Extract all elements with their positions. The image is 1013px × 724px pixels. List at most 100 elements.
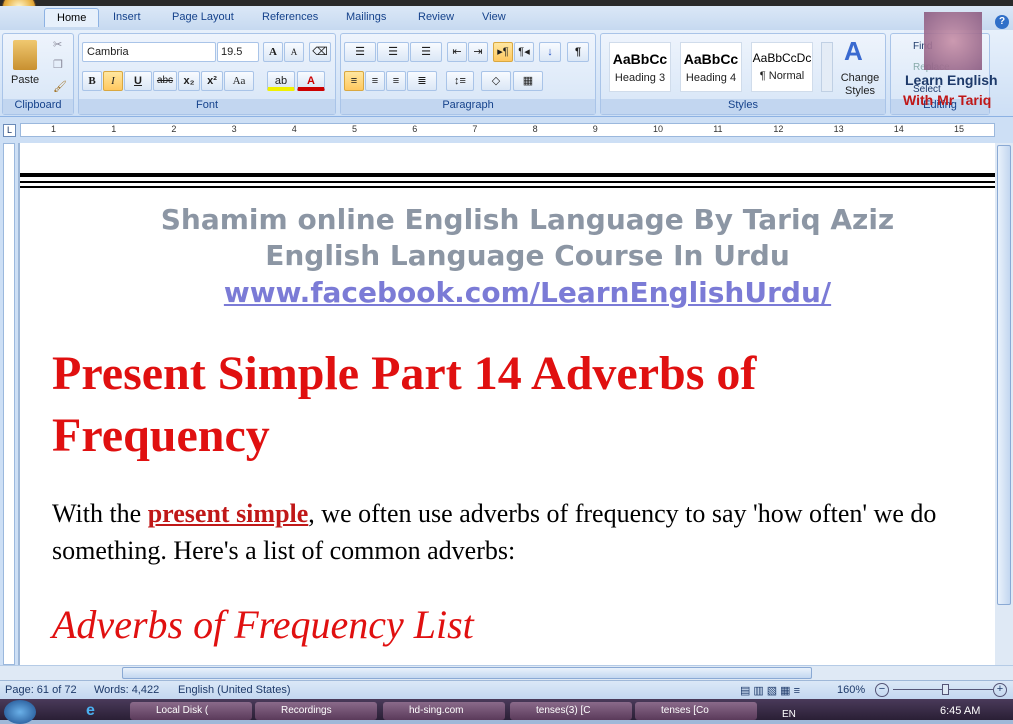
body-paragraph: With the present simple, we often use ad…: [52, 495, 936, 569]
bullets-icon[interactable]: ☰: [344, 42, 376, 62]
present-simple-link[interactable]: present simple: [148, 499, 309, 528]
style-heading-4[interactable]: AaBbCc Heading 4: [680, 42, 742, 92]
styles-scroll[interactable]: [821, 42, 833, 92]
numbering-icon[interactable]: ☰: [377, 42, 409, 62]
style-name: ¶ Normal: [759, 70, 805, 82]
tab-mailings[interactable]: Mailings: [346, 11, 386, 23]
underline-button[interactable]: U: [124, 71, 152, 91]
change-styles-icon: A: [844, 36, 863, 66]
subscript-button[interactable]: x₂: [178, 71, 200, 91]
tab-page-layout[interactable]: Page Layout: [172, 11, 234, 23]
clipboard-label: Clipboard: [3, 99, 73, 114]
document-page[interactable]: Shamim online English Language By Tariq …: [20, 143, 995, 665]
style-sample: AaBbCc: [612, 51, 668, 67]
superscript-button[interactable]: x²: [201, 71, 223, 91]
para-text: With the: [52, 499, 148, 528]
cut-icon[interactable]: ✂: [53, 38, 62, 51]
strikethrough-button[interactable]: abc: [153, 71, 177, 91]
show-marks-icon[interactable]: ¶: [567, 42, 589, 62]
font-name-select[interactable]: Cambria: [82, 42, 216, 62]
highlight-color-icon[interactable]: ab: [267, 71, 295, 91]
ruler-mark: 1: [111, 124, 117, 134]
language-indicator[interactable]: EN: [782, 709, 796, 720]
tab-view[interactable]: View: [482, 11, 506, 23]
copy-icon[interactable]: ❐: [53, 58, 63, 71]
clear-formatting-icon[interactable]: ⌫: [309, 42, 331, 62]
align-left-icon[interactable]: ≡: [344, 71, 364, 91]
shrink-font-button[interactable]: A: [284, 42, 304, 62]
style-name: Heading 3: [614, 72, 666, 84]
ruler-mark: 8: [532, 124, 538, 134]
paragraph-label: Paragraph: [341, 99, 595, 114]
paste-icon[interactable]: [13, 40, 37, 70]
format-painter-icon[interactable]: 🖌: [53, 80, 67, 93]
decrease-indent-icon[interactable]: ⇤: [447, 42, 467, 62]
zoom-level[interactable]: 160%: [837, 684, 865, 696]
ruler-mark: 13: [833, 124, 844, 134]
style-heading-3[interactable]: AaBbCc Heading 3: [609, 42, 671, 92]
zoom-out-icon[interactable]: −: [875, 683, 889, 697]
horizontal-ruler[interactable]: L 21123456789101112131415: [0, 117, 1013, 143]
change-case-button[interactable]: Aa: [224, 71, 254, 91]
taskbar-item[interactable]: Local Disk (: [130, 702, 252, 720]
font-color-icon[interactable]: A: [297, 71, 325, 91]
language-status[interactable]: English (United States): [178, 684, 291, 696]
ruler-mark: 12: [773, 124, 784, 134]
tab-references[interactable]: References: [262, 11, 318, 23]
facebook-link[interactable]: www.facebook.com/LearnEnglishUrdu/: [224, 276, 831, 309]
tab-selector[interactable]: L: [3, 124, 16, 137]
increase-indent-icon[interactable]: ⇥: [468, 42, 488, 62]
zoom-in-icon[interactable]: +: [993, 683, 1007, 697]
ruler-mark: 9: [592, 124, 598, 134]
clock[interactable]: 6:45 AM: [940, 705, 980, 717]
justify-icon[interactable]: ≣: [407, 71, 437, 91]
change-styles-button[interactable]: Change Styles: [837, 72, 883, 98]
document-title: Present Simple Part 14 Adverbs of Freque…: [52, 347, 757, 462]
shading-icon[interactable]: ◇: [481, 71, 511, 91]
align-center-icon[interactable]: ≡: [365, 71, 385, 91]
ruler-mark: 14: [893, 124, 904, 134]
header-rule: [20, 186, 995, 188]
ruler-mark: 4: [291, 124, 297, 134]
italic-button[interactable]: I: [103, 71, 123, 91]
paste-button[interactable]: Paste: [11, 74, 39, 86]
styles-label: Styles: [601, 99, 885, 114]
vertical-scrollbar[interactable]: [995, 143, 1013, 665]
ltr-icon[interactable]: ▸¶: [493, 42, 513, 62]
multilevel-list-icon[interactable]: ☰: [410, 42, 442, 62]
vertical-ruler-scale: [3, 143, 15, 665]
sort-icon[interactable]: ↓: [539, 42, 561, 62]
horizontal-scrollbar[interactable]: [0, 665, 1013, 680]
ribbon-tabs: Home Insert Page Layout References Maili…: [0, 6, 1013, 30]
view-buttons[interactable]: ▤▥▧▦≡: [740, 684, 803, 697]
line-spacing-icon[interactable]: ↕≡: [446, 71, 474, 91]
presenter-photo: [924, 12, 982, 70]
section-heading: Adverbs of Frequency List: [52, 602, 474, 647]
borders-icon[interactable]: ▦: [513, 71, 543, 91]
align-right-icon[interactable]: ≡: [386, 71, 406, 91]
word-count[interactable]: Words: 4,422: [94, 684, 159, 696]
internet-explorer-icon[interactable]: e: [86, 702, 95, 720]
taskbar-item[interactable]: tenses [Co: [635, 702, 757, 720]
taskbar-item[interactable]: Recordings: [255, 702, 377, 720]
ribbon: Paste ✂ ❐ 🖌 Clipboard Cambria 19.5 A A ⌫…: [0, 30, 1013, 117]
vertical-ruler[interactable]: [0, 143, 18, 665]
grow-font-button[interactable]: A: [263, 42, 283, 62]
scroll-thumb[interactable]: [997, 145, 1011, 605]
rtl-icon[interactable]: ¶◂: [514, 42, 534, 62]
taskbar-item[interactable]: hd-sing.com: [383, 702, 505, 720]
ruler-mark: 1: [51, 124, 57, 134]
bold-button[interactable]: B: [82, 71, 102, 91]
watermark-line2: With Mr Tariq: [903, 92, 992, 108]
zoom-slider-thumb[interactable]: [942, 684, 949, 695]
scroll-thumb[interactable]: [122, 667, 812, 679]
style-normal[interactable]: AaBbCcDc ¶ Normal: [751, 42, 813, 92]
tab-insert[interactable]: Insert: [113, 11, 141, 23]
taskbar-item[interactable]: tenses(3) [C: [510, 702, 632, 720]
tab-home[interactable]: Home: [44, 8, 100, 27]
page-count[interactable]: Page: 61 of 72: [5, 684, 77, 696]
start-button[interactable]: [4, 700, 36, 724]
font-size-select[interactable]: 19.5: [217, 42, 259, 62]
tab-review[interactable]: Review: [418, 11, 454, 23]
ruler-mark: 2: [171, 124, 177, 134]
